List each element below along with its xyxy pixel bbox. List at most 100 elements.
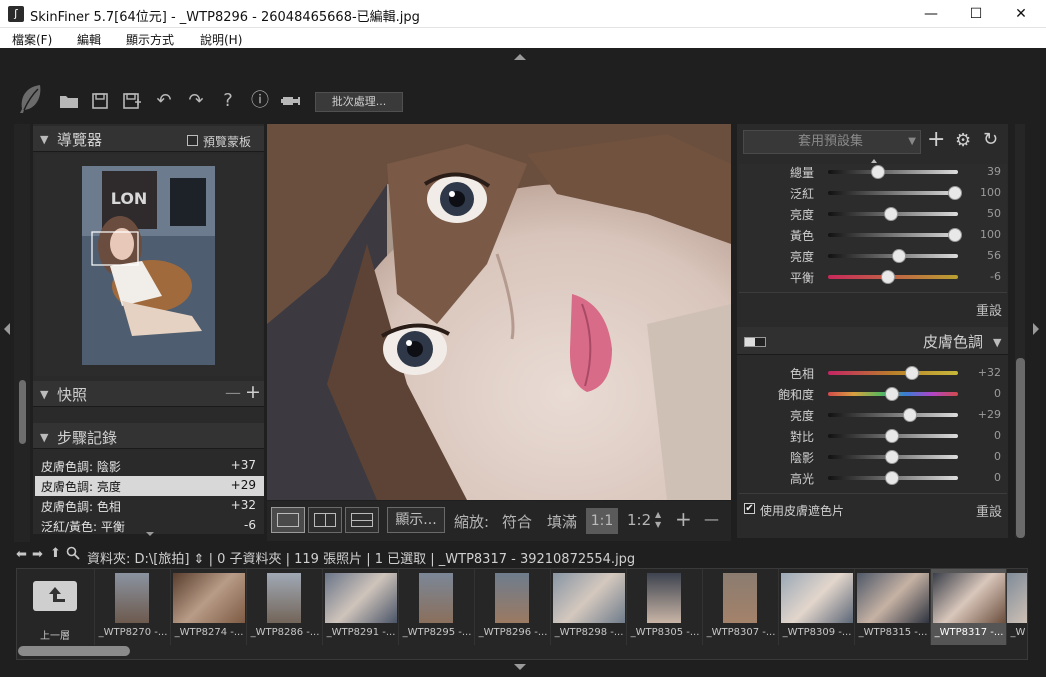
use-skin-mask-checkbox[interactable]: ✔ [744, 503, 755, 514]
preset-select[interactable]: 套用預設集 ▼ [743, 130, 921, 154]
brightness2-slider-knob[interactable] [892, 249, 906, 263]
film-thumbnail[interactable]: _WTP8274 -... [171, 569, 247, 645]
menu-edit[interactable]: 編輯 [77, 31, 101, 48]
up-level-cell[interactable]: 上一層 [17, 569, 95, 645]
film-thumbnail[interactable]: _WTP8305 -... [627, 569, 703, 645]
zoom-in-button[interactable]: + [675, 507, 692, 531]
refresh-icon[interactable]: ↻ [983, 129, 998, 150]
split-vertical-view-button[interactable] [308, 507, 342, 533]
left-scrollbar[interactable] [19, 380, 26, 444]
help-icon[interactable]: ? [215, 88, 241, 114]
history-scroll-down-icon[interactable] [146, 532, 154, 536]
forward-icon[interactable]: ➡ [32, 547, 43, 562]
skin-tone-reset-button[interactable]: 重設 [976, 501, 1002, 520]
filmstrip-scrollbar[interactable] [18, 646, 130, 656]
batch-process-button[interactable]: 批次處理... [315, 92, 403, 112]
collapse-right-icon[interactable] [1033, 323, 1039, 335]
close-button[interactable]: ✕ [998, 0, 1044, 28]
saturation-slider-knob[interactable] [885, 387, 899, 401]
history-item-value: +37 [230, 458, 256, 472]
main-photo-canvas[interactable] [267, 124, 731, 500]
section-toggle[interactable] [744, 337, 766, 347]
skin-brightness-slider-knob[interactable] [903, 408, 917, 422]
film-thumbnail[interactable]: _WTP8295 -... [399, 569, 475, 645]
folder-path[interactable]: 資料夾: D:\[旅拍] ⇕ | 0 子資料夾 | 119 張照片 | 1 已選… [87, 548, 635, 567]
film-thumbnail[interactable]: _WTP8270 -... [95, 569, 171, 645]
collapse-left-icon[interactable] [4, 323, 10, 335]
zoom-out-button[interactable]: — [704, 510, 719, 528]
film-label: _WTP8270 -... [98, 627, 168, 638]
film-thumbnail[interactable]: _WTP8309 -... [779, 569, 855, 645]
zoom-1-2-button[interactable]: 1:2 [627, 511, 651, 529]
film-thumbnail[interactable]: _W [1007, 569, 1027, 645]
add-preset-button[interactable]: + [927, 127, 945, 152]
menu-file[interactable]: 檔案(F) [12, 31, 52, 48]
scroll-up-icon[interactable] [871, 159, 877, 163]
zoom-1-1-button[interactable]: 1:1 [586, 508, 618, 534]
film-thumbnail[interactable]: _WTP8291 -... [323, 569, 399, 645]
redness-slider-track[interactable] [828, 191, 958, 195]
up-folder-icon[interactable]: ⬆ [50, 546, 61, 561]
add-snapshot-button[interactable]: + [245, 381, 261, 403]
split-horizontal-view-button[interactable] [345, 507, 379, 533]
minimize-button[interactable]: — [908, 0, 954, 28]
collapse-triangle-icon[interactable]: ▼ [993, 336, 1001, 349]
skin-brightness-slider-track[interactable] [828, 413, 958, 417]
shadows-slider-knob[interactable] [885, 450, 899, 464]
film-label: _WTP8309 -... [782, 627, 852, 638]
redness-reset-button[interactable]: 重設 [976, 300, 1002, 319]
hue-slider-track[interactable] [828, 371, 958, 375]
film-thumbnail[interactable]: _WTP8298 -... [551, 569, 627, 645]
yellow-slider-track[interactable] [828, 233, 958, 237]
collapse-bottom-icon[interactable] [514, 664, 526, 670]
back-icon[interactable]: ⬅ [16, 547, 27, 562]
hue-slider-knob[interactable] [905, 366, 919, 380]
single-view-button[interactable] [271, 507, 305, 533]
plugin-icon[interactable] [279, 88, 305, 114]
amount-slider-knob[interactable] [871, 165, 885, 179]
history-item[interactable]: 皮膚色調: 陰影 +37 [35, 456, 264, 476]
collapse-triangle-icon[interactable]: ▼ [40, 133, 48, 146]
right-scrollbar[interactable] [1016, 358, 1025, 538]
film-thumbnail[interactable]: _WTP8286 -... [247, 569, 323, 645]
collapse-top-icon[interactable] [514, 54, 526, 60]
zoom-stepper-icon[interactable]: ▲ ▼ [655, 510, 661, 530]
zoom-fill-button[interactable]: 填滿 [547, 511, 577, 532]
highlights-slider-knob[interactable] [885, 471, 899, 485]
navigator-thumbnail[interactable]: LON [82, 166, 215, 365]
maximize-button[interactable]: ☐ [953, 0, 999, 28]
undo-icon[interactable]: ↶ [151, 88, 177, 114]
search-icon[interactable] [66, 546, 80, 563]
zoom-fit-button[interactable]: 符合 [502, 511, 532, 532]
film-thumbnail[interactable]: _WTP8307 -... [703, 569, 779, 645]
remove-snapshot-button[interactable]: — [225, 383, 241, 402]
preview-mask-label: 預覽蒙板 [203, 135, 252, 149]
preview-mask-checkbox[interactable] [187, 135, 198, 146]
brightness-slider-knob[interactable] [884, 207, 898, 221]
redo-icon[interactable]: ↷ [183, 88, 209, 114]
redness-slider-knob[interactable] [948, 186, 962, 200]
history-item-selected[interactable]: 皮膚色調: 亮度 +29 [35, 476, 264, 496]
amount-slider-track[interactable] [828, 170, 958, 174]
contrast-slider-knob[interactable] [885, 429, 899, 443]
display-options-button[interactable]: 顯示... [387, 507, 445, 533]
collapse-triangle-icon[interactable]: ▼ [40, 431, 48, 444]
menu-view[interactable]: 顯示方式 [126, 31, 174, 48]
gear-icon[interactable]: ⚙ [955, 130, 971, 151]
film-thumbnail-selected[interactable]: _WTP8317 -... [931, 569, 1007, 645]
open-folder-icon[interactable] [56, 88, 82, 114]
slider-label-shadows: 陰影 [789, 451, 814, 465]
collapse-triangle-icon[interactable]: ▼ [40, 388, 48, 401]
film-thumbnail[interactable]: _WTP8315 -... [855, 569, 931, 645]
info-icon[interactable]: ⓘ [247, 88, 273, 114]
film-label: _WTP8274 -... [174, 627, 244, 638]
save-as-icon[interactable] [119, 88, 145, 114]
history-item[interactable]: 皮膚色調: 色相 +32 [35, 496, 264, 516]
film-thumbnail[interactable]: _WTP8296 -... [475, 569, 551, 645]
menu-help[interactable]: 說明(H) [200, 31, 242, 48]
slider-label-highlights: 高光 [789, 472, 814, 486]
yellow-slider-knob[interactable] [948, 228, 962, 242]
slider-value: 0 [994, 471, 1001, 484]
balance-slider-knob[interactable] [881, 270, 895, 284]
save-icon[interactable] [87, 88, 113, 114]
